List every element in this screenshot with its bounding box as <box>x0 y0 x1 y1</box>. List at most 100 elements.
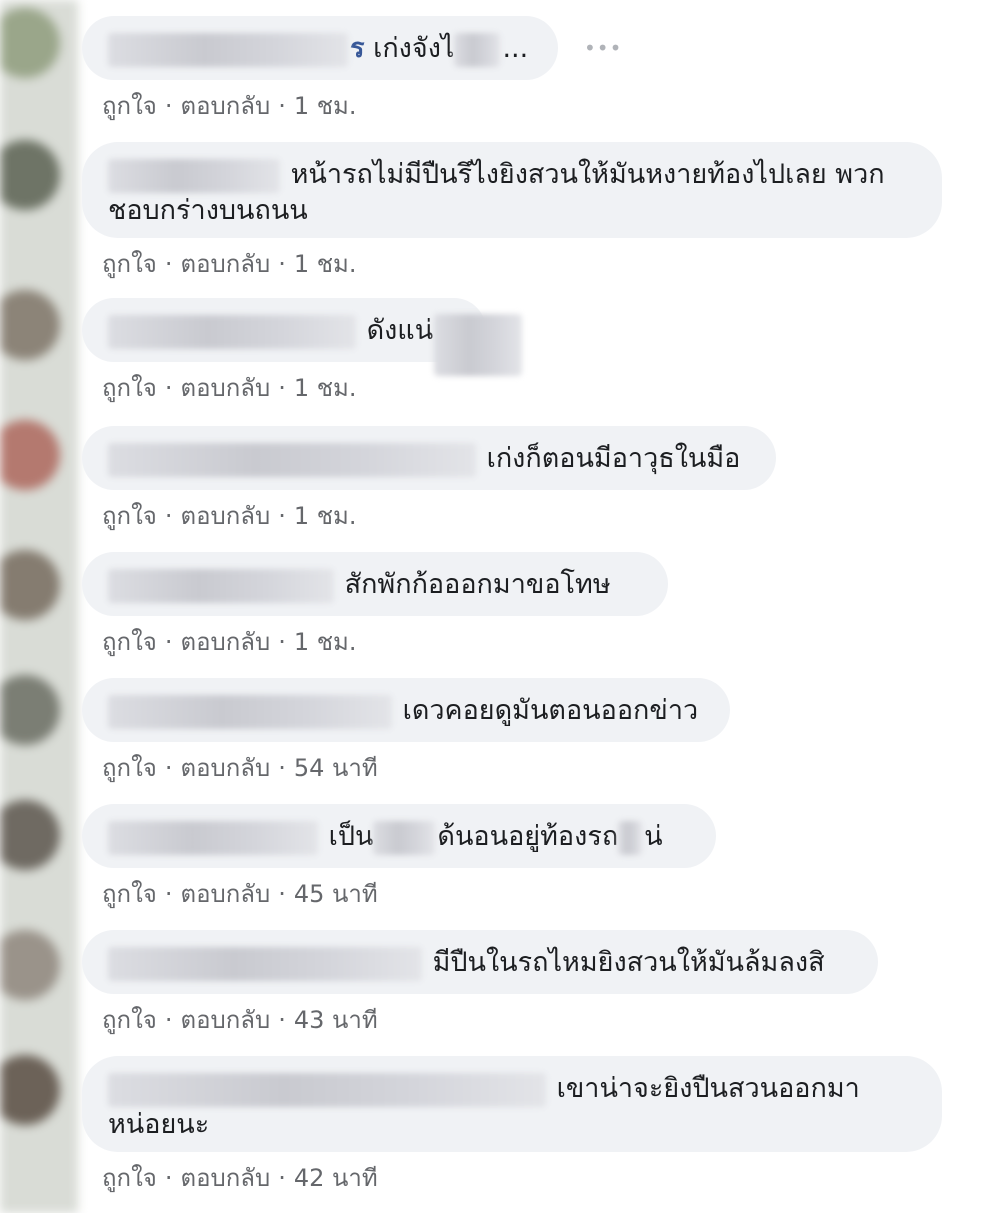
separator: · <box>278 1006 286 1034</box>
reply-link[interactable]: ตอบกลับ <box>180 502 270 530</box>
comment-item: เป็น ด้นอนอยู่ท้องรถ น่ ถูกใจ · ตอบกลับ · 45 น… <box>82 804 716 908</box>
comment-time[interactable]: 1 ชม. <box>294 502 357 530</box>
redacted-author-name <box>108 1072 546 1107</box>
comment-item: ร เก่งจังไ... ••• ถูกใจ · ตอบกลับ · 1 ชม. <box>82 16 621 120</box>
comment-item: สักพักก้อออกมาขอโทษ ถูกใจ · ตอบกลับ · 1 ชม. <box>82 552 668 656</box>
comment-actions: ถูกใจ · ตอบกลับ · 1 ชม. <box>102 86 356 125</box>
redacted-author-name <box>108 158 280 193</box>
comment-bubble: เป็น ด้นอนอยู่ท้องรถ น่ <box>82 804 716 868</box>
separator: · <box>278 92 286 120</box>
like-link[interactable]: ถูกใจ <box>102 1164 157 1192</box>
comment-item: หน้ารถไม่มีปืนรึไงยิงสวนให้มันหงายท้องไป… <box>82 142 942 278</box>
comment-actions: ถูกใจ · ตอบกลับ · 1 ชม. <box>102 368 356 407</box>
redacted-text <box>618 820 643 855</box>
separator: · <box>278 374 286 402</box>
comment-bubble: หน้ารถไม่มีปืนรึไงยิงสวนให้มันหงายท้องไป… <box>82 142 942 238</box>
comment-item: มีปืนในรถไหมยิงสวนให้มันล้มลงสิ ถูกใจ · ตอ… <box>82 930 878 1034</box>
comment-text-tail: น่ <box>644 821 663 852</box>
comment-text-tail: ด้นอนอยู่ท้องรถ <box>437 821 619 852</box>
separator: · <box>278 628 286 656</box>
redacted-author-name <box>108 568 334 603</box>
avatar <box>0 1055 60 1125</box>
comment-text-tail: ... <box>502 33 529 64</box>
like-link[interactable]: ถูกใจ <box>102 250 157 278</box>
avatar <box>0 675 60 745</box>
avatar <box>0 140 60 210</box>
comment-time[interactable]: 42 นาที <box>294 1164 378 1192</box>
more-options-icon[interactable]: ••• <box>584 36 622 60</box>
redacted-author-name <box>108 32 348 67</box>
comment-actions: ถูกใจ · ตอบกลับ · 43 นาที <box>102 1000 378 1039</box>
comment-author[interactable]: ร <box>350 33 365 64</box>
avatar <box>0 290 60 360</box>
comment-actions: ถูกใจ · ตอบกลับ · 1 ชม. <box>102 496 356 535</box>
comment-bubble: เขาน่าจะยิงปืนสวนออกมา หน่อยนะ <box>82 1056 942 1152</box>
reply-link[interactable]: ตอบกลับ <box>180 1164 270 1192</box>
like-link[interactable]: ถูกใจ <box>102 92 157 120</box>
comment-text: มีปืนในรถไหมยิงสวนให้มันล้มลงสิ <box>432 947 825 978</box>
comment-time[interactable]: 43 นาที <box>294 1006 378 1034</box>
reply-link[interactable]: ตอบกลับ <box>180 250 270 278</box>
redacted-author-name <box>108 442 476 477</box>
reply-link[interactable]: ตอบกลับ <box>180 628 270 656</box>
like-link[interactable]: ถูกใจ <box>102 1006 157 1034</box>
separator: · <box>164 628 173 656</box>
comment-time[interactable]: 45 นาที <box>294 880 378 908</box>
comment-text: เก่งก็ตอนมีอาวุธในมือ <box>486 443 741 474</box>
comment-text: สักพักก้อออกมาขอโทษ <box>344 569 611 600</box>
separator: · <box>278 502 286 530</box>
redacted-author-name <box>108 694 392 729</box>
reply-link[interactable]: ตอบกลับ <box>180 374 270 402</box>
reply-link[interactable]: ตอบกลับ <box>180 1006 270 1034</box>
separator: · <box>164 1164 173 1192</box>
comment-bubble: มีปืนในรถไหมยิงสวนให้มันล้มลงสิ <box>82 930 878 994</box>
comment-bubble: ร เก่งจังไ... <box>82 16 558 80</box>
like-link[interactable]: ถูกใจ <box>102 502 157 530</box>
comment-item: ดังแน่ ถูกใจ · ตอบกลับ · 1 ชม. <box>82 298 522 402</box>
comment-time[interactable]: 1 ชม. <box>294 374 357 402</box>
separator: · <box>278 754 286 782</box>
comment-actions: ถูกใจ · ตอบกลับ · 1 ชม. <box>102 622 356 661</box>
avatar-column <box>0 0 78 1213</box>
comment-bubble: เก่งก็ตอนมีอาวุธในมือ <box>82 426 776 490</box>
comment-bubble: เดวคอยดูมันตอนออกข่าว <box>82 678 730 742</box>
separator: · <box>164 374 173 402</box>
redacted-author-name <box>108 946 422 981</box>
comment-item: เขาน่าจะยิงปืนสวนออกมา หน่อยนะ ถูกใจ · ตอบ… <box>82 1056 942 1192</box>
like-link[interactable]: ถูกใจ <box>102 754 157 782</box>
redacted-author-name <box>108 820 318 855</box>
avatar <box>0 550 60 620</box>
avatar <box>0 8 60 78</box>
comment-time[interactable]: 1 ชม. <box>294 250 357 278</box>
comment-time[interactable]: 54 นาที <box>294 754 378 782</box>
comment-actions: ถูกใจ · ตอบกลับ · 1 ชม. <box>102 244 356 283</box>
reply-link[interactable]: ตอบกลับ <box>180 880 270 908</box>
comment-item: เก่งก็ตอนมีอาวุธในมือ ถูกใจ · ตอบกลับ · 1 ชม… <box>82 426 776 530</box>
separator: · <box>278 880 286 908</box>
comment-text: เป็น <box>328 821 374 852</box>
separator: · <box>164 92 173 120</box>
avatar <box>0 930 60 1000</box>
reply-link[interactable]: ตอบกลับ <box>180 92 270 120</box>
comment-bubble: ดังแน่ <box>82 298 486 362</box>
comment-actions: ถูกใจ · ตอบกลับ · 45 นาที <box>102 874 378 913</box>
separator: · <box>164 250 173 278</box>
separator: · <box>164 880 173 908</box>
comment-time[interactable]: 1 ชม. <box>294 628 357 656</box>
comment-text: เก่งจังไ <box>373 33 455 64</box>
comment-item: เดวคอยดูมันตอนออกข่าว ถูกใจ · ตอบกลับ · 54 น… <box>82 678 730 782</box>
avatar <box>0 420 60 490</box>
comment-actions: ถูกใจ · ตอบกลับ · 54 นาที <box>102 748 378 787</box>
redacted-text <box>454 32 501 67</box>
redacted-author-name <box>108 314 356 349</box>
like-link[interactable]: ถูกใจ <box>102 880 157 908</box>
avatar <box>0 800 60 870</box>
separator: · <box>164 502 173 530</box>
reply-link[interactable]: ตอบกลับ <box>180 754 270 782</box>
separator: · <box>278 250 286 278</box>
like-link[interactable]: ถูกใจ <box>102 374 157 402</box>
comment-time[interactable]: 1 ชม. <box>294 92 357 120</box>
like-link[interactable]: ถูกใจ <box>102 628 157 656</box>
separator: · <box>164 754 173 782</box>
comment-text: ดังแน่ <box>366 315 434 346</box>
